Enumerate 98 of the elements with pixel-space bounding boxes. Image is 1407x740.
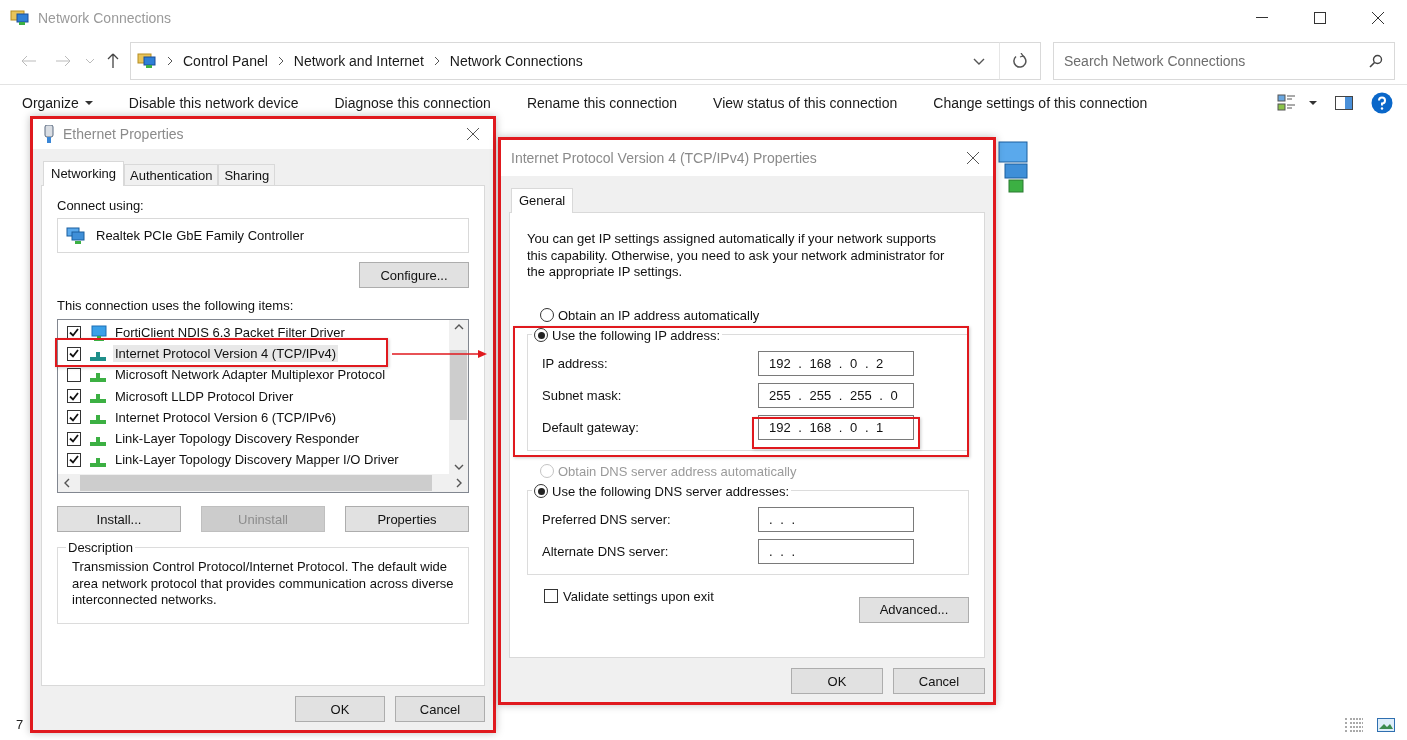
scroll-right-icon — [456, 478, 462, 488]
checkbox[interactable] — [67, 346, 81, 361]
chevron-right-icon — [433, 56, 440, 66]
items-label: This connection uses the following items: — [57, 298, 295, 313]
list-item[interactable]: Link-Layer Topology Discovery Responder — [113, 430, 361, 448]
checkbox[interactable] — [544, 589, 558, 603]
close-icon — [1372, 12, 1384, 24]
maximize-icon — [1314, 12, 1326, 24]
network-folder-icon — [137, 52, 157, 70]
preview-pane-icon — [1335, 95, 1353, 110]
radio-option[interactable]: Use the following DNS server addresses: — [534, 483, 789, 499]
description-text: Transmission Control Protocol/Internet Protocol. The default wide area network protocol that provides communication across diverse interconnected networks. — [72, 559, 454, 609]
configure-button[interactable]: Configure... — [359, 262, 469, 288]
ip-address-field[interactable]: 192 . 168 . 0 . 2 — [758, 350, 914, 376]
toolbar-command[interactable]: Organize — [16, 87, 99, 118]
field-label: Preferred DNS server: — [542, 511, 671, 527]
checkbox[interactable] — [67, 410, 81, 425]
field-label: Subnet mask: — [542, 387, 622, 403]
radio-option[interactable]: Obtain an IP address automatically — [540, 307, 760, 323]
caret-icon — [1309, 100, 1317, 105]
checkbox[interactable] — [67, 367, 81, 382]
toolbar-command[interactable]: Diagnose this connection — [328, 87, 497, 118]
description-label: Description — [67, 540, 135, 555]
network-adapter-icon — [66, 226, 86, 245]
details-view-icon — [1345, 718, 1363, 732]
action-button[interactable]: Properties — [345, 506, 469, 532]
toolbar-command[interactable]: Change settings of this connection — [927, 87, 1154, 118]
vertical-scrollbar[interactable] — [449, 320, 468, 474]
field-label: IP address: — [542, 355, 608, 371]
ip-address-field[interactable]: 255 . 255 . 255 . 0 — [758, 382, 914, 408]
dialog-title: Ethernet Properties — [63, 126, 184, 142]
refresh-icon — [1012, 53, 1028, 69]
list-item[interactable]: FortiClient NDIS 6.3 Packet Filter Driver — [113, 324, 347, 342]
checkbox[interactable] — [67, 431, 81, 446]
search-field[interactable]: Search Network Connections — [1053, 42, 1395, 80]
horizontal-scrollbar[interactable] — [58, 474, 468, 492]
back-arrow-icon — [21, 55, 37, 67]
checkbox[interactable] — [67, 389, 81, 404]
list-item[interactable]: Microsoft LLDP Protocol Driver — [113, 387, 296, 405]
ip-address-field[interactable]: . . . — [758, 538, 914, 564]
checkbox[interactable] — [67, 325, 81, 340]
connect-using-label: Connect using: — [57, 198, 145, 213]
dialog-button[interactable]: Cancel — [395, 696, 485, 722]
breadcrumb[interactable]: Network and Internet — [293, 53, 424, 69]
checkbox[interactable] — [67, 452, 81, 467]
minimize-icon — [1256, 17, 1268, 19]
view-options-button[interactable] — [1275, 91, 1319, 114]
address-bar[interactable]: Control Panel Network and Internet Network Connections — [130, 42, 1000, 80]
chevron-right-icon — [277, 56, 284, 66]
action-button[interactable]: Install... — [57, 506, 181, 532]
list-item[interactable]: Microsoft Network Adapter Multiplexor Protocol — [113, 366, 388, 384]
advanced-button[interactable]: Advanced... — [859, 596, 969, 623]
intro-text: You can get IP settings assigned automatically if your network supports this capability. Otherwise, you need to ask your network administrator for the appropriate IP settings. — [527, 231, 946, 281]
toolbar-command[interactable]: Rename this connection — [520, 87, 684, 118]
chevron-right-icon — [167, 56, 173, 66]
scroll-up-icon — [453, 324, 464, 330]
forward-arrow-icon — [55, 55, 71, 67]
list-item[interactable]: Link-Layer Topology Discovery Mapper I/O Driver — [113, 451, 401, 469]
monitor-icon — [89, 324, 107, 341]
item-count: 7 — [16, 717, 24, 732]
tab[interactable]: General — [511, 188, 574, 213]
chevron-down-icon — [85, 58, 95, 64]
refresh-button[interactable] — [999, 42, 1041, 80]
breadcrumb[interactable]: Control Panel — [183, 53, 268, 69]
tab[interactable]: Networking — [43, 161, 125, 186]
ip-address-field[interactable]: 192 . 168 . 0 . 1 — [758, 414, 914, 440]
caret-icon — [84, 100, 93, 105]
dialog-button[interactable]: OK — [295, 696, 385, 722]
radio-option[interactable]: Use the following IP address: — [534, 327, 721, 343]
list-item[interactable]: Internet Protocol Version 4 (TCP/IPv4) — [113, 345, 339, 363]
search-icon — [1369, 54, 1383, 68]
tab[interactable]: Authentication — [124, 164, 219, 185]
network-folder-icon — [10, 9, 30, 27]
large-icons-view-button[interactable] — [1375, 716, 1397, 734]
ethernet-plug-icon — [43, 125, 55, 143]
list-item[interactable]: Internet Protocol Version 6 (TCP/IPv6) — [113, 408, 339, 426]
breadcrumb[interactable]: Network Connections — [449, 53, 583, 69]
help-icon — [1371, 91, 1393, 114]
field-label: Default gateway: — [542, 419, 639, 435]
chevron-down-icon — [973, 57, 985, 65]
scroll-left-icon — [64, 478, 70, 488]
view-icon — [1277, 93, 1297, 112]
up-arrow-icon — [107, 53, 119, 69]
tab[interactable]: Sharing — [218, 164, 276, 185]
dialog-title: Internet Protocol Version 4 (TCP/IPv4) Properties — [511, 150, 817, 166]
items-list[interactable] — [57, 319, 469, 493]
large-icons-view-icon — [1377, 718, 1395, 732]
dialog-button[interactable]: Cancel — [893, 668, 985, 694]
toolbar-command[interactable]: Disable this network device — [122, 87, 305, 118]
dialog-button[interactable]: OK — [791, 668, 883, 694]
scroll-down-icon — [453, 464, 464, 470]
validate-checkbox[interactable]: Validate settings upon exit — [544, 588, 714, 604]
toolbar-command[interactable]: View status of this connection — [707, 87, 904, 118]
field-label: Alternate DNS server: — [542, 543, 669, 559]
preview-pane-button[interactable] — [1333, 93, 1355, 112]
window-title: Network Connections — [38, 10, 172, 26]
ip-address-field[interactable]: . . . — [758, 506, 914, 532]
adapter-field: Realtek PCIe GbE Family Controller — [57, 218, 469, 253]
